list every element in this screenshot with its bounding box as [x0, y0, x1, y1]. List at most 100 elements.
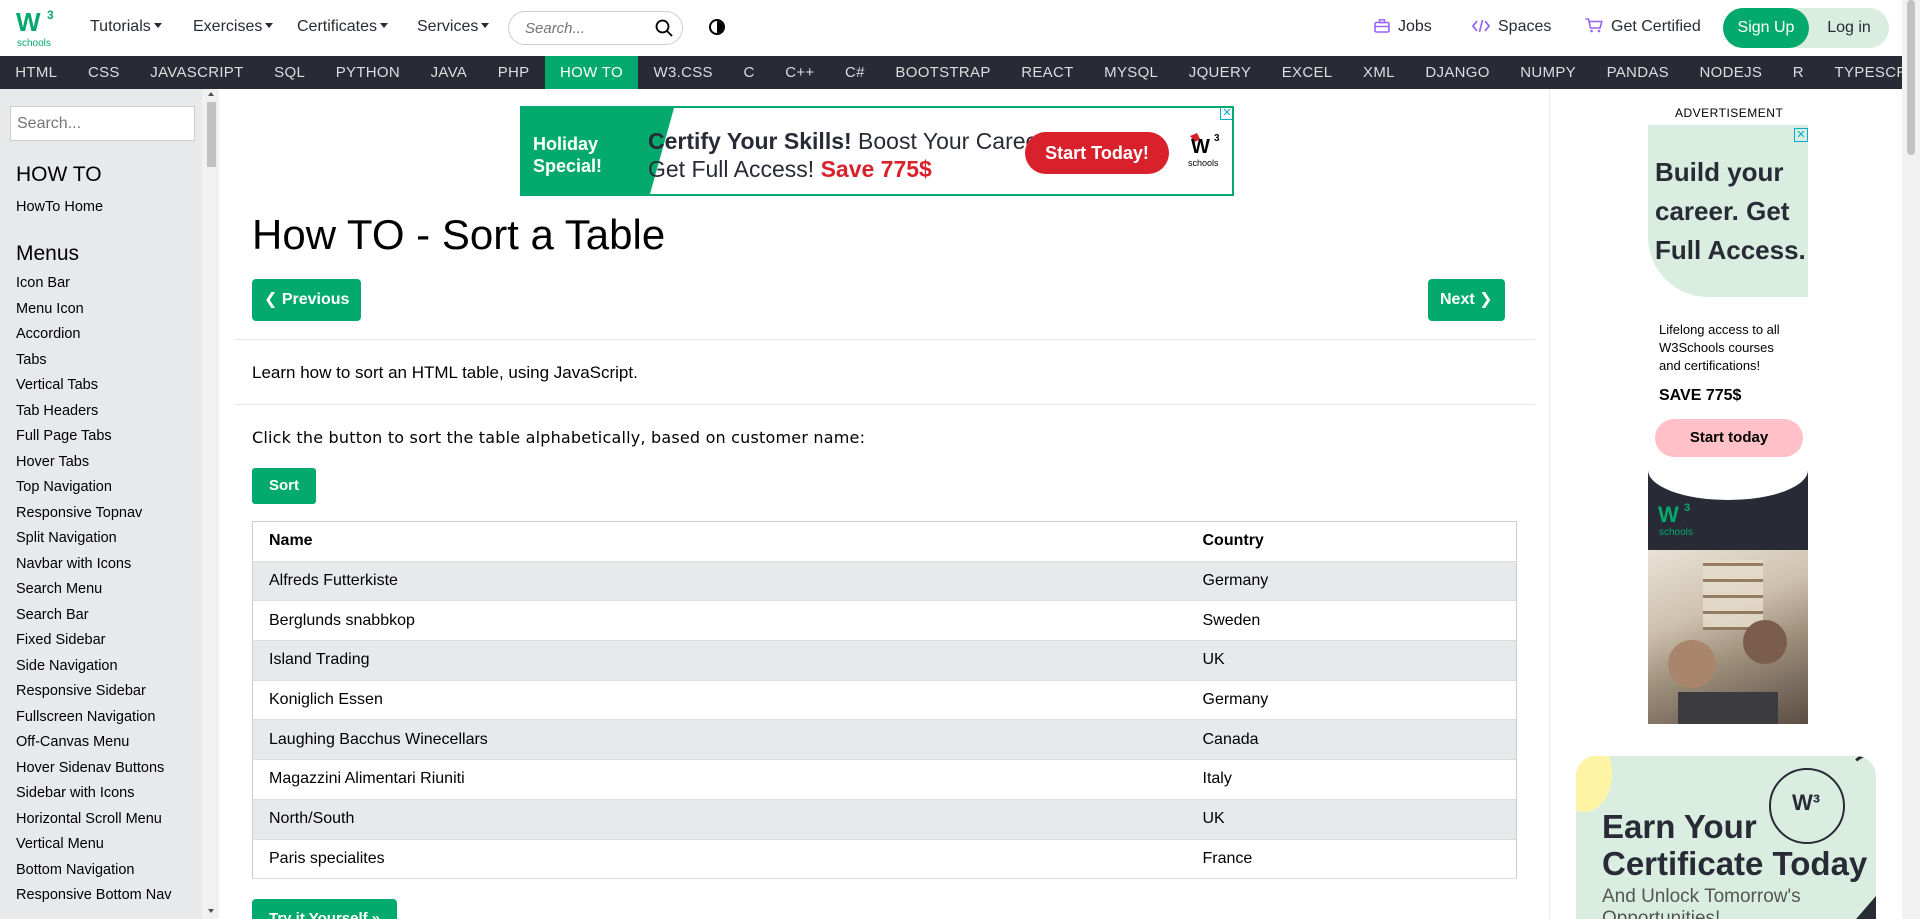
subject-tab-c-[interactable]: C#	[830, 56, 880, 89]
ad-line-2: Get Full Access! Save 775$	[648, 156, 932, 182]
next-button[interactable]: Next ❯	[1428, 279, 1505, 321]
sidebar-item-icon-bar[interactable]: Icon Bar	[16, 275, 70, 291]
ad-earn-certificate[interactable]: W³ Earn Your Certificate Today And Unlock…	[1576, 756, 1876, 919]
sidebar-item-full-page-tabs[interactable]: Full Page Tabs	[16, 428, 112, 444]
cell-name: Laughing Bacchus Winecellars	[252, 719, 1187, 761]
subject-tab-javascript[interactable]: JAVASCRIPT	[135, 56, 259, 89]
sidebar-item-vertical-tabs[interactable]: Vertical Tabs	[16, 377, 98, 393]
sidebar-item-responsive-bottom-nav[interactable]: Responsive Bottom Nav	[16, 887, 172, 903]
subject-tab-python[interactable]: PYTHON	[320, 56, 415, 89]
sidebar-scrollbar[interactable]	[202, 89, 219, 919]
sign-up-button[interactable]: Sign Up	[1723, 8, 1809, 48]
subject-tab-w3-css[interactable]: W3.CSS	[638, 56, 728, 89]
sidebar-search-input[interactable]	[11, 107, 181, 140]
cell-name: Koniglich Essen	[252, 680, 1187, 721]
nav-tutorials[interactable]: Tutorials	[90, 18, 162, 36]
sidebar-item-accordion[interactable]: Accordion	[16, 326, 80, 342]
sidebar-item-vertical-menu[interactable]: Vertical Menu	[16, 836, 104, 852]
subject-tab-jquery[interactable]: JQUERY	[1173, 56, 1266, 89]
sidebar-item-tab-headers[interactable]: Tab Headers	[16, 403, 98, 419]
sidebar-item-responsive-sidebar[interactable]: Responsive Sidebar	[16, 683, 146, 699]
subject-tab-java[interactable]: JAVA	[415, 56, 482, 89]
sidebar-item-hover-tabs[interactable]: Hover Tabs	[16, 454, 89, 470]
nav-exercises[interactable]: Exercises	[193, 18, 274, 36]
sidebar-item-menu-icon[interactable]: Menu Icon	[16, 301, 84, 317]
ad-photo-banner[interactable]: W 3 schools	[1648, 470, 1808, 724]
sidebar-item-fullscreen-navigation[interactable]: Fullscreen Navigation	[16, 709, 155, 725]
search-icon[interactable]	[655, 19, 673, 37]
page-scrollbar[interactable]	[1902, 0, 1920, 919]
sidebar-item-hover-sidenav-buttons[interactable]: Hover Sidenav Buttons	[16, 760, 164, 776]
subject-tab-html[interactable]: HTML	[0, 56, 73, 89]
contrast-toggle-icon[interactable]	[709, 19, 725, 35]
sort-button[interactable]: Sort	[252, 468, 316, 504]
spaces-link[interactable]: Spaces	[1472, 18, 1551, 36]
sidebar-search[interactable]	[10, 106, 195, 141]
subject-tab-pandas[interactable]: PANDAS	[1591, 56, 1684, 89]
subject-tab-mysql[interactable]: MYSQL	[1089, 56, 1174, 89]
caret-down-icon	[265, 23, 274, 28]
sidebar-item-bottom-navigation[interactable]: Bottom Navigation	[16, 862, 134, 878]
sidebar-item-search-bar[interactable]: Search Bar	[16, 607, 89, 623]
nav-certificates[interactable]: Certificates	[297, 18, 389, 36]
scroll-up-arrow-icon[interactable]	[208, 92, 214, 96]
sidebar-item-side-navigation[interactable]: Side Navigation	[16, 658, 118, 674]
sidebar-item-sidebar-with-icons[interactable]: Sidebar with Icons	[16, 785, 134, 801]
subject-tab-react[interactable]: REACT	[1006, 56, 1089, 89]
ad-start-today-button[interactable]: Start today	[1655, 419, 1803, 457]
main-content: Holiday Special! Certify Your Skills! Boo…	[235, 89, 1549, 919]
subject-tab-nodejs[interactable]: NODEJS	[1684, 56, 1777, 89]
top-search[interactable]	[508, 11, 683, 45]
ad-build-career[interactable]: ✕ Build your career. Get Full Access. Li…	[1648, 125, 1808, 457]
subject-tab-numpy[interactable]: NUMPY	[1505, 56, 1591, 89]
subject-tab-excel[interactable]: EXCEL	[1266, 56, 1347, 89]
sidebar-item-responsive-topnav[interactable]: Responsive Topnav	[16, 505, 142, 521]
sidebar-item-horizontal-scroll-menu[interactable]: Horizontal Scroll Menu	[16, 811, 162, 827]
ad-banner[interactable]: Holiday Special! Certify Your Skills! Boo…	[520, 106, 1234, 196]
intro-text: Learn how to sort an HTML table, using J…	[252, 363, 638, 382]
ad-start-today-button[interactable]: Start Today!	[1025, 132, 1169, 174]
logo-sub-text: schools	[17, 38, 51, 48]
jobs-link[interactable]: Jobs	[1374, 18, 1432, 36]
subject-tab-typescript[interactable]: TYPESCRIPT	[1819, 56, 1902, 89]
previous-button[interactable]: ❮ Previous	[252, 279, 362, 321]
subject-tab-css[interactable]: CSS	[73, 56, 135, 89]
sidebar-item-howto-home[interactable]: HowTo Home	[16, 199, 103, 215]
ad-blob-shape	[1576, 756, 1612, 812]
sidebar-item-navbar-with-icons[interactable]: Navbar with Icons	[16, 556, 131, 572]
get-certified-link[interactable]: Get Certified	[1585, 18, 1701, 36]
scroll-down-arrow-icon[interactable]	[208, 909, 214, 913]
page-scroll-thumb[interactable]	[1907, 0, 1915, 155]
sidebar-item-split-navigation[interactable]: Split Navigation	[16, 530, 117, 546]
sidebar-item-fixed-sidebar[interactable]: Fixed Sidebar	[16, 632, 105, 648]
subject-tab-how-to[interactable]: HOW TO	[544, 56, 639, 89]
sidebar-item-search-menu[interactable]: Search Menu	[16, 581, 102, 597]
subject-tab-c[interactable]: C	[728, 56, 770, 89]
subject-tab-sql[interactable]: SQL	[259, 56, 321, 89]
sidebar-scroll-thumb[interactable]	[207, 102, 216, 167]
nav-services[interactable]: Services	[417, 18, 490, 36]
ad-badge: Holiday Special!	[522, 108, 674, 194]
sidebar-item-top-navigation[interactable]: Top Navigation	[16, 479, 112, 495]
subject-tab-xml[interactable]: XML	[1348, 56, 1410, 89]
cell-name: Alfreds Futterkiste	[252, 561, 1187, 602]
subject-tab-r[interactable]: R	[1777, 56, 1819, 89]
try-it-yourself-button[interactable]: Try it Yourself »	[252, 899, 398, 919]
sidebar-heading-howto: HOW TO	[16, 163, 102, 186]
header-name: Name	[252, 521, 1187, 562]
ad-close-icon[interactable]: ✕	[1794, 128, 1808, 142]
sidebar-item-tabs[interactable]: Tabs	[16, 352, 47, 368]
subject-tab-php[interactable]: PHP	[482, 56, 544, 89]
w3schools-logo[interactable]: W 3 schools	[16, 6, 60, 49]
sidebar-item-off-canvas-menu[interactable]: Off-Canvas Menu	[16, 734, 129, 750]
subject-tab-django[interactable]: DJANGO	[1410, 56, 1505, 89]
cell-country: Germany	[1186, 561, 1517, 602]
log-in-button[interactable]: Log in	[1809, 8, 1889, 48]
divider	[235, 404, 1535, 405]
top-bar: W 3 schools Tutorials Exercises Certific…	[0, 0, 1902, 56]
ad-subtext: And Unlock Tomorrow's Opportunities!	[1602, 886, 1801, 919]
ad-close-icon[interactable]: ✕	[1220, 108, 1232, 120]
top-search-input[interactable]	[525, 20, 645, 37]
subject-tab-c-[interactable]: C++	[770, 56, 830, 89]
subject-tab-bootstrap[interactable]: BOOTSTRAP	[880, 56, 1006, 89]
